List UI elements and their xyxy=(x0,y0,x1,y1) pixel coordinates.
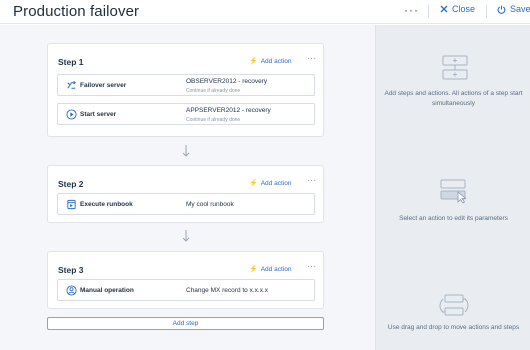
play-icon xyxy=(66,109,77,120)
failover-icon xyxy=(67,80,76,89)
header-divider xyxy=(486,5,487,18)
step-3-card[interactable]: Step 3 ⚡ Add action ··· Manual operation… xyxy=(47,251,324,309)
action-option: Continue if already done xyxy=(186,88,241,94)
action-start-server[interactable]: Start server APPSERVER2012 - recovery Co… xyxy=(57,103,315,125)
power-icon xyxy=(497,5,506,14)
add-action-label: Add action xyxy=(260,179,292,187)
step-more-button[interactable]: ··· xyxy=(307,176,317,185)
action-name: Manual operation xyxy=(80,287,134,294)
action-param: Change MX record to x.x.x.x xyxy=(186,287,269,294)
action-name: Start server xyxy=(80,111,117,118)
add-action-button[interactable]: ⚡ Add action xyxy=(249,179,292,188)
close-label: Close xyxy=(452,4,476,14)
close-icon xyxy=(440,5,448,13)
hint-select-action: Select an action to edit its parameters xyxy=(399,215,508,222)
add-action-label: Add action xyxy=(260,265,292,273)
header-divider xyxy=(428,5,429,18)
hint-panel: Add steps and actions. All actions of a … xyxy=(375,25,530,350)
steps-icon xyxy=(442,55,468,80)
action-option: Continue if already done xyxy=(186,117,241,123)
step-more-button[interactable]: ··· xyxy=(307,262,317,271)
down-arrow-icon xyxy=(182,145,190,157)
add-action-button[interactable]: ⚡ Add action xyxy=(249,265,292,274)
close-button[interactable]: Close xyxy=(440,4,475,14)
page-title: Production failover xyxy=(13,3,140,20)
save-button[interactable]: Save xyxy=(497,4,530,14)
step-title: Step 3 xyxy=(58,265,84,275)
bolt-icon: ⚡ xyxy=(249,266,258,273)
action-failover-server[interactable]: Failover server OBSERVER2012 - recovery … xyxy=(57,74,315,96)
step-2-card[interactable]: Step 2 ⚡ Add action ··· Execute runbook … xyxy=(47,165,324,223)
step-title: Step 1 xyxy=(58,57,84,67)
add-action-label: Add action xyxy=(260,57,292,65)
select-action-icon xyxy=(440,179,467,204)
down-arrow-icon xyxy=(182,230,190,242)
action-param: My cool runbook xyxy=(186,201,234,208)
drag-drop-icon xyxy=(439,294,469,316)
step-more-button[interactable]: ··· xyxy=(307,54,317,63)
action-name: Execute runbook xyxy=(80,201,133,208)
step-title: Step 2 xyxy=(58,179,84,189)
action-param: OBSERVER2012 - recovery xyxy=(186,78,268,85)
hint-add-steps: Add steps and actions. All actions of a … xyxy=(384,90,523,107)
bolt-icon: ⚡ xyxy=(249,58,258,65)
action-param: APPSERVER2012 - recovery xyxy=(186,107,271,114)
more-menu-button[interactable]: ··· xyxy=(404,3,419,17)
action-execute-runbook[interactable]: Execute runbook My cool runbook xyxy=(57,193,315,215)
bolt-icon: ⚡ xyxy=(249,180,258,187)
save-label: Save xyxy=(510,4,530,14)
runbook-icon xyxy=(67,199,76,210)
user-icon xyxy=(66,285,77,296)
header-bar: Production failover ··· Close Save xyxy=(0,0,530,24)
add-action-button[interactable]: ⚡ Add action xyxy=(249,57,292,66)
hint-drag-drop: Use drag and drop to move actions and st… xyxy=(387,324,520,331)
action-manual-operation[interactable]: Manual operation Change MX record to x.x… xyxy=(57,279,315,301)
action-name: Failover server xyxy=(80,82,127,89)
add-step-button[interactable]: Add step xyxy=(47,317,324,330)
step-1-card[interactable]: Step 1 ⚡ Add action ··· Failover server … xyxy=(47,43,324,137)
